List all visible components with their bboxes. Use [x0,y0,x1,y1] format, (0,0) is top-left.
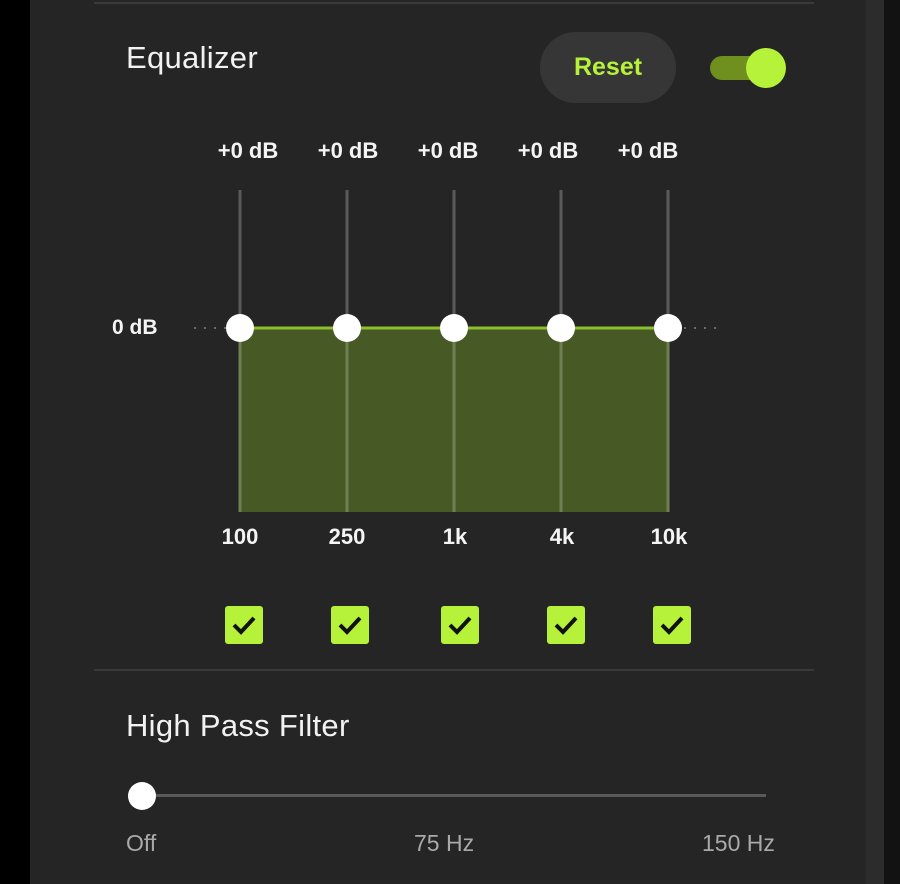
checkmark-icon [232,616,256,635]
high-pass-filter-title: High Pass Filter [126,708,350,743]
band-checkbox-250[interactable] [331,606,369,644]
slider-rail [138,794,766,797]
band-freq-label-1k: 1k [442,524,468,549]
checkmark-icon [660,616,684,635]
checkmark-icon [338,616,362,635]
band-knob-100[interactable] [226,314,254,342]
high-pass-filter-slider[interactable] [124,778,772,814]
band-freq-label-100: 100 [221,524,259,549]
band-checkbox-1k[interactable] [441,606,479,644]
hpf-tick-off: Off [126,830,157,856]
band-freq-label-250: 250 [328,524,366,549]
band-knob-4k[interactable] [547,314,575,342]
band-knob-250[interactable] [333,314,361,342]
checkmark-icon [448,616,472,635]
band-checkbox-100[interactable] [225,606,263,644]
band-knob-10k[interactable] [654,314,682,342]
hpf-tick-150hz: 150 Hz [702,830,775,856]
band-checkbox-4k[interactable] [547,606,585,644]
band-freq-label-4k: 4k [549,524,575,549]
slider-thumb[interactable] [128,782,156,810]
hpf-tick-75hz: 75 Hz [414,830,475,856]
band-knob-1k[interactable] [440,314,468,342]
band-freq-label-10k: 10k [650,524,688,549]
band-checkbox-10k[interactable] [653,606,691,644]
section-divider [94,669,814,671]
equalizer-graph [194,190,716,512]
checkmark-icon [554,616,578,635]
